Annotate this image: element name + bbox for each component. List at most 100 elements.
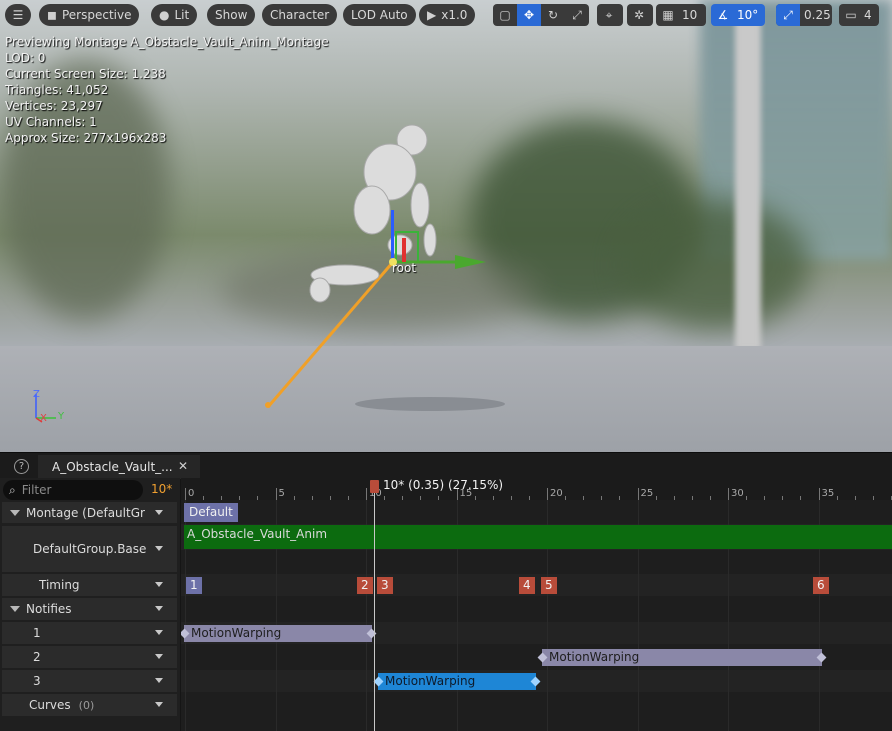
montage-tab[interactable]: A_Obstacle_Vault_... ✕ — [38, 455, 200, 479]
ruler-label: 20 — [550, 488, 563, 499]
notify-track-1[interactable]: 1 — [2, 622, 177, 644]
curves-track-label: Curves — [29, 698, 71, 712]
dropdown-icon[interactable] — [155, 654, 163, 659]
scale-mode-button[interactable]: ⤢ — [565, 4, 589, 26]
play-icon: ▶ — [427, 8, 437, 22]
dropdown-icon[interactable] — [155, 678, 163, 683]
perspective-button[interactable]: ◼ Perspective — [39, 4, 140, 26]
perspective-label: Perspective — [61, 8, 132, 22]
help-icon[interactable]: ? — [14, 459, 29, 474]
surface-snap-icon: ✲ — [633, 8, 645, 22]
ruler-tick — [691, 496, 693, 500]
animation-segment[interactable]: A_Obstacle_Vault_Anim — [184, 525, 892, 549]
stat-approx-size: Approx Size: 277x196x283 — [5, 131, 167, 145]
timing-marker[interactable]: 3 — [377, 577, 393, 594]
playhead-handle[interactable] — [370, 480, 379, 493]
grid-icon: ▦ — [662, 8, 674, 22]
dropdown-icon[interactable] — [155, 630, 163, 635]
close-icon[interactable]: ✕ — [178, 459, 188, 473]
scale-snap-button[interactable]: ⤢ 0.25 — [776, 4, 832, 26]
timing-marker[interactable]: 5 — [541, 577, 557, 594]
show-button[interactable]: Show — [207, 4, 256, 26]
section-label[interactable]: Default — [184, 503, 238, 522]
axis-x-label: X — [40, 413, 47, 424]
translate-mode-button[interactable]: ✥ — [517, 4, 541, 26]
slot-track[interactable]: DefaultGroup.Base — [2, 526, 177, 572]
ruler-tick — [619, 496, 621, 500]
stat-vertices: Vertices: 23,297 — [5, 99, 103, 113]
ruler-tick — [293, 496, 295, 500]
collapse-icon — [10, 509, 20, 516]
timing-track[interactable]: Timing — [2, 574, 177, 596]
ruler-tick — [221, 496, 223, 500]
timing-marker[interactable]: 6 — [813, 577, 829, 594]
curves-track[interactable]: Curves (0) — [2, 694, 177, 716]
notifies-track[interactable]: Notifies — [2, 598, 177, 620]
ruler-tick — [239, 496, 241, 500]
play-rate-label: x1.0 — [441, 8, 468, 22]
show-label: Show — [215, 8, 248, 22]
current-time-label: 10* (0.35) (27.15%) — [383, 478, 504, 492]
scale-icon: ⤢ — [572, 7, 582, 22]
lit-label: Lit — [174, 8, 190, 22]
axis-z-label: Z — [33, 389, 40, 400]
montage-track[interactable]: Montage (DefaultGr — [2, 502, 177, 523]
play-rate-button[interactable]: ▶ x1.0 — [419, 4, 476, 26]
ruler-tick — [746, 496, 748, 500]
ruler-label: 5 — [278, 488, 285, 499]
search-icon: ⌕ — [9, 482, 16, 497]
filter-placeholder: Filter — [21, 483, 52, 497]
sphere-icon: ● — [159, 8, 170, 22]
character-button[interactable]: Character — [262, 4, 338, 26]
camera-speed-button[interactable]: ▭ 4 — [839, 4, 879, 26]
montage-timeline[interactable]: 051015202530354 Default A_Obstacle_Vault… — [181, 478, 892, 731]
surface-snap-button[interactable]: ✲ — [627, 4, 653, 26]
scale-snap-value: 0.25 — [804, 8, 831, 22]
local-space-icon: ⌖ — [605, 7, 613, 22]
ruler-tick — [402, 496, 404, 500]
notify-track-label: 2 — [33, 650, 41, 664]
dropdown-icon[interactable] — [155, 546, 163, 551]
grid-snap-value: 10 — [682, 8, 698, 22]
dropdown-icon[interactable] — [155, 582, 163, 587]
notify-track-label: 1 — [33, 626, 41, 640]
ruler-tick — [311, 496, 313, 500]
timing-marker[interactable]: 2 — [357, 577, 373, 594]
rotate-mode-button[interactable]: ↻ — [541, 4, 565, 26]
time-ruler[interactable]: 051015202530354 — [181, 478, 892, 500]
notify-track-2[interactable]: 2 — [2, 646, 177, 668]
viewport-menu-button[interactable]: ☰ — [5, 4, 31, 26]
dropdown-icon[interactable] — [155, 509, 163, 515]
ruler-tick — [782, 496, 784, 500]
notify-motionwarping-3[interactable]: MotionWarping — [378, 673, 536, 690]
ruler-tick — [818, 488, 820, 500]
grid-snap-button[interactable]: ▦ 10 — [656, 4, 706, 26]
timing-marker[interactable]: 1 — [186, 577, 202, 594]
lit-button[interactable]: ● Lit — [151, 4, 198, 26]
montage-tab-title: A_Obstacle_Vault_... — [52, 460, 173, 474]
notify-track-3[interactable]: 3 — [2, 670, 177, 692]
ruler-tick — [854, 496, 856, 500]
hamburger-icon: ☰ — [12, 8, 24, 22]
rotation-snap-button[interactable]: ∡ 10° — [711, 4, 765, 26]
timing-marker[interactable]: 4 — [519, 577, 535, 594]
montage-tab-bar: ? A_Obstacle_Vault_... ✕ — [0, 452, 892, 479]
ruler-tick — [872, 496, 874, 500]
notify-motionwarping-1[interactable]: MotionWarping — [184, 625, 372, 642]
ruler-tick — [764, 496, 766, 500]
ruler-tick — [384, 496, 386, 500]
curves-count: (0) — [78, 698, 95, 712]
camera-speed-value: 4 — [864, 8, 872, 22]
animation-viewport[interactable]: root Z X Y Previewing Montage A_Obstacle… — [0, 0, 892, 452]
local-space-button[interactable]: ⌖ — [597, 4, 623, 26]
dropdown-icon[interactable] — [155, 702, 163, 707]
ruler-tick — [438, 496, 440, 500]
select-mode-button[interactable]: ▢ — [493, 4, 517, 26]
ruler-tick — [655, 496, 657, 500]
frame-indicator: 10* — [151, 482, 173, 496]
notify-motionwarping-2[interactable]: MotionWarping — [542, 649, 822, 666]
lod-button[interactable]: LOD Auto — [343, 4, 416, 26]
filter-input[interactable]: ⌕ Filter — [3, 480, 143, 500]
dropdown-icon[interactable] — [155, 606, 163, 611]
stat-triangles: Triangles: 41,052 — [5, 83, 109, 97]
